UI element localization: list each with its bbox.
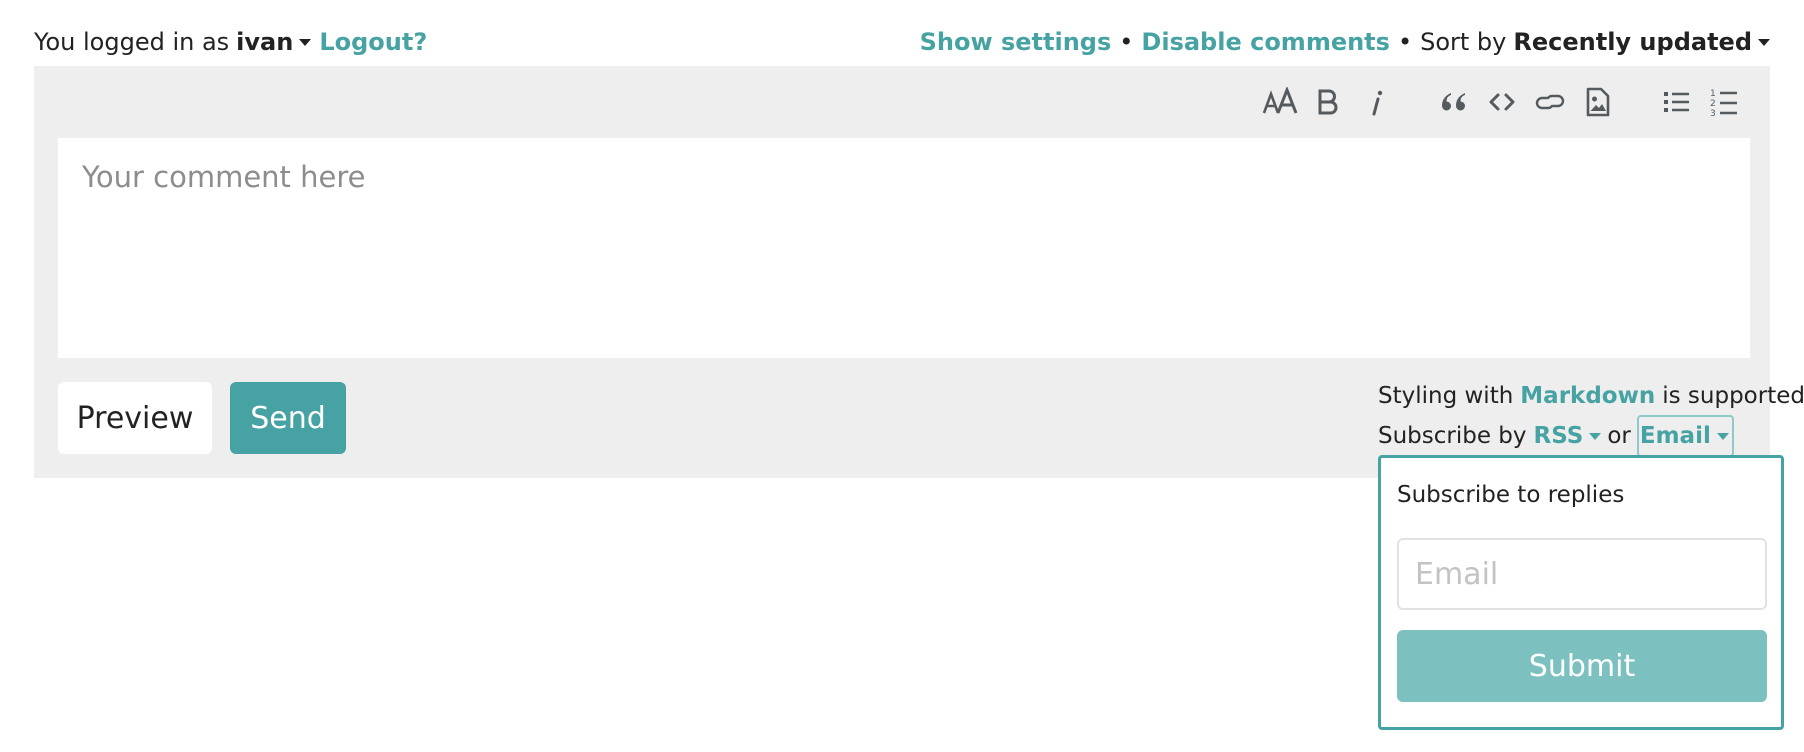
chevron-down-icon[interactable] bbox=[1589, 432, 1602, 440]
username[interactable]: ivan bbox=[236, 28, 293, 56]
styling-prefix: Styling with bbox=[1378, 383, 1514, 409]
email-dropdown[interactable]: Email bbox=[1636, 415, 1734, 457]
comment-settings: Show settings • Disable comments • Sort … bbox=[920, 28, 1770, 56]
submit-button[interactable]: Submit bbox=[1397, 630, 1767, 702]
show-settings-link[interactable]: Show settings bbox=[920, 28, 1112, 56]
bullet-separator: • bbox=[1397, 28, 1413, 56]
user-menu[interactable]: ivan bbox=[236, 28, 315, 56]
bullet-separator: • bbox=[1119, 28, 1134, 56]
comments-header: You logged in as ivan Logout? Show setti… bbox=[34, 22, 1770, 62]
subscribe-prefix: Subscribe by bbox=[1378, 423, 1527, 449]
editor-help: Styling with Markdown is supported Subsc… bbox=[1378, 377, 1804, 457]
disable-comments-link[interactable]: Disable comments bbox=[1141, 28, 1390, 56]
comment-textarea[interactable]: Your comment here bbox=[58, 138, 1750, 358]
chevron-down-icon[interactable] bbox=[1758, 38, 1770, 46]
svg-text:1: 1 bbox=[1710, 89, 1716, 99]
logout-link[interactable]: Logout? bbox=[319, 28, 427, 56]
or-text: or bbox=[1607, 423, 1631, 449]
send-button[interactable]: Send bbox=[230, 382, 346, 454]
svg-text:3: 3 bbox=[1710, 109, 1716, 118]
logged-in-prefix: You logged in as bbox=[34, 28, 230, 56]
code-icon[interactable] bbox=[1478, 80, 1526, 124]
sort-dropdown[interactable]: Recently updated bbox=[1513, 28, 1770, 56]
auth-status: You logged in as ivan Logout? bbox=[34, 28, 427, 56]
bold-icon[interactable] bbox=[1304, 80, 1352, 124]
heading-icon[interactable] bbox=[1256, 80, 1304, 124]
markdown-link[interactable]: Markdown bbox=[1520, 377, 1655, 415]
comment-placeholder: Your comment here bbox=[82, 160, 366, 194]
sort-value[interactable]: Recently updated bbox=[1513, 28, 1752, 56]
quote-icon[interactable] bbox=[1430, 80, 1478, 124]
rss-dropdown[interactable]: RSS bbox=[1534, 417, 1606, 455]
sort-prefix: Sort by bbox=[1420, 28, 1507, 56]
markdown-note: Styling with Markdown is supported bbox=[1378, 377, 1804, 415]
rss-link[interactable]: RSS bbox=[1534, 417, 1584, 455]
chevron-down-icon[interactable] bbox=[1716, 432, 1729, 440]
preview-button[interactable]: Preview bbox=[58, 382, 212, 454]
email-link[interactable]: Email bbox=[1640, 417, 1711, 455]
link-icon[interactable] bbox=[1526, 80, 1574, 124]
svg-text:2: 2 bbox=[1710, 99, 1716, 109]
image-icon[interactable] bbox=[1574, 80, 1622, 124]
subscribe-row: Subscribe by RSS or Email bbox=[1378, 415, 1804, 457]
subscribe-title: Subscribe to replies bbox=[1397, 482, 1625, 508]
email-field[interactable] bbox=[1397, 538, 1767, 610]
italic-icon[interactable] bbox=[1352, 80, 1400, 124]
styling-suffix: is supported bbox=[1662, 383, 1804, 409]
numbered-list-icon[interactable]: 123 bbox=[1700, 80, 1748, 124]
chevron-down-icon[interactable] bbox=[299, 38, 312, 46]
subscribe-email-popup: Subscribe to replies Submit bbox=[1378, 455, 1784, 730]
editor-toolbar: 123 bbox=[1256, 80, 1748, 124]
bullet-list-icon[interactable] bbox=[1652, 80, 1700, 124]
